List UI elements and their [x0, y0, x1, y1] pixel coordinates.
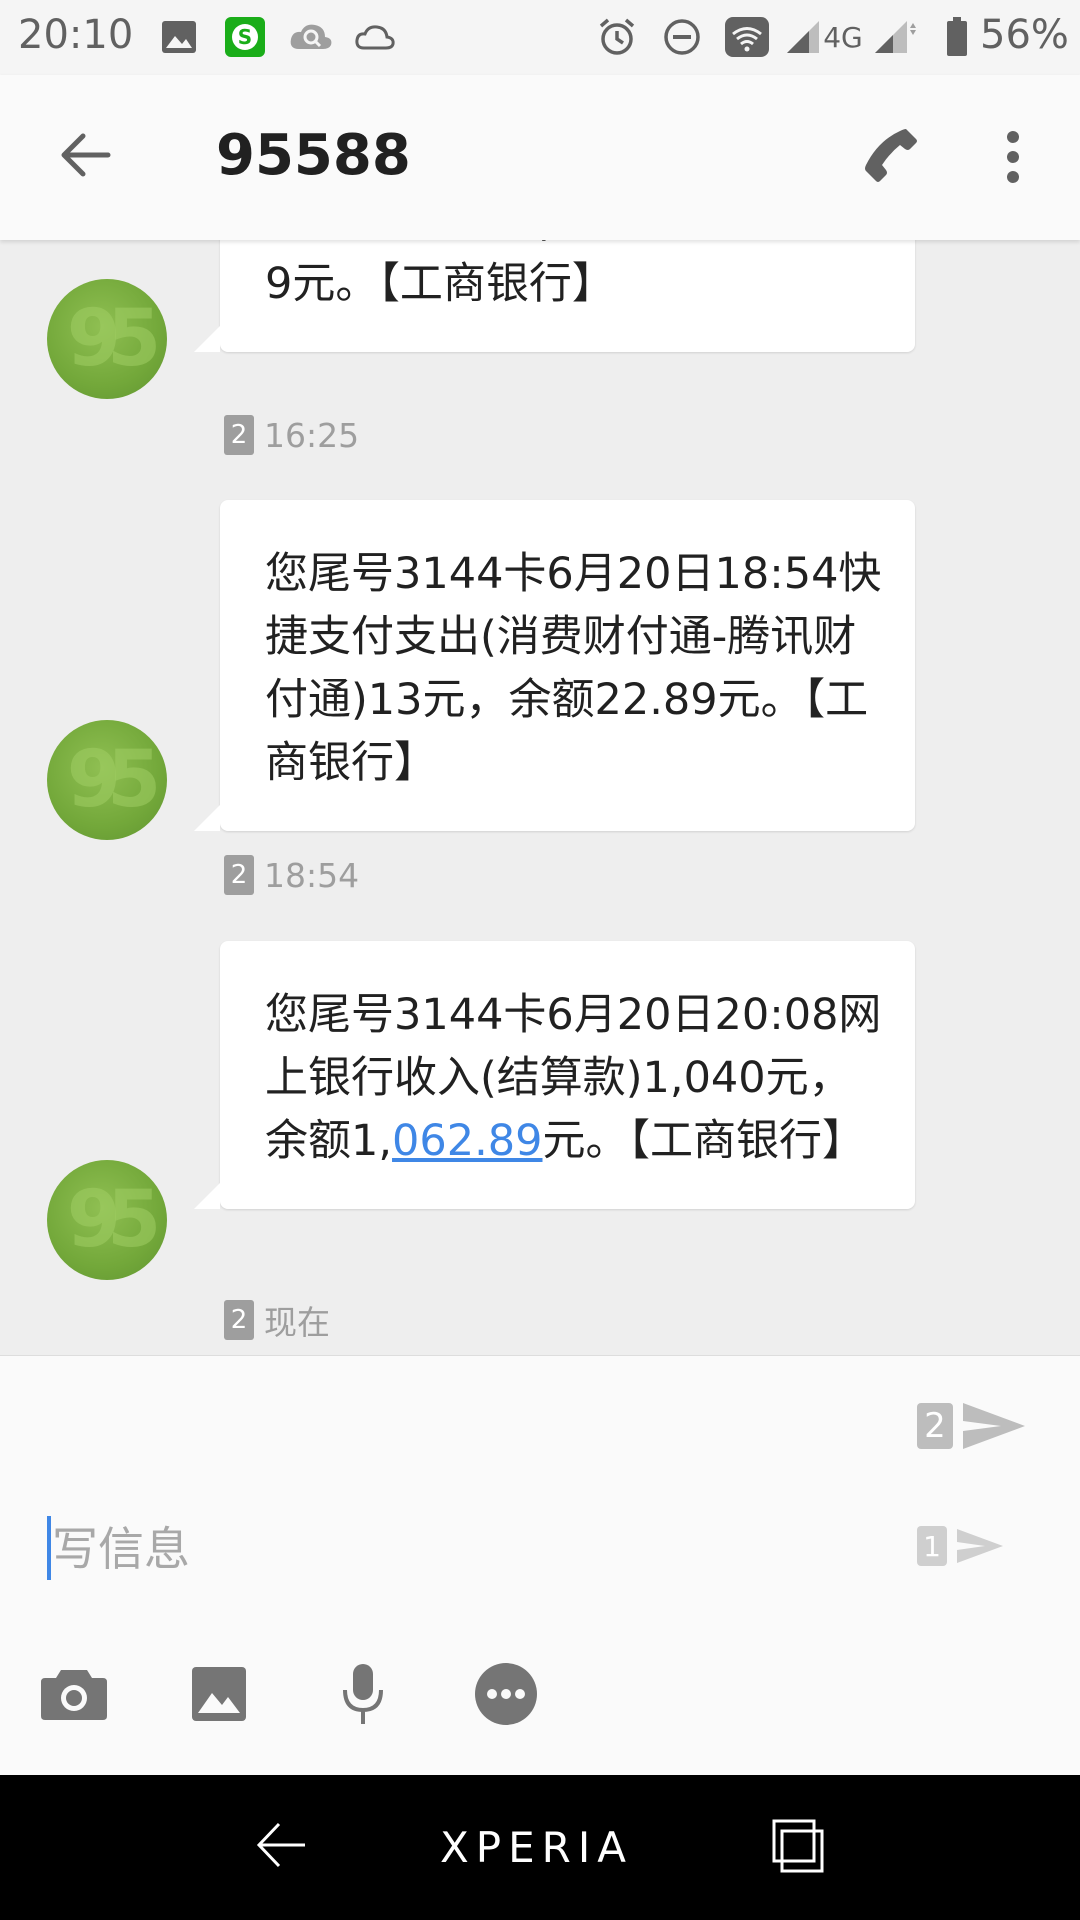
- sim-badge: 2: [224, 415, 254, 455]
- send-sim2-button[interactable]: 2: [917, 1396, 1027, 1456]
- network-type: 4G: [823, 20, 863, 54]
- brand-logo: XPERIA: [440, 1823, 633, 1872]
- message-time: 16:25: [264, 415, 360, 455]
- signal-2-icon: [870, 14, 922, 60]
- battery-icon: [944, 14, 970, 60]
- attachment-toolbar: [0, 1656, 1080, 1746]
- message-bubble[interactable]: 付通-微信转账)50元，余额35.89元。【工商银行】: [194, 240, 915, 352]
- message-text-post: 元。【工商银行】: [542, 1116, 866, 1166]
- avatar[interactable]: 95: [47, 720, 167, 840]
- cloud-icon: [354, 14, 396, 60]
- nav-back-icon[interactable]: [253, 1815, 309, 1875]
- message-bubble[interactable]: 您尾号3144卡6月20日18:54快捷支付支出(消费财付通-腾讯财付通)13元…: [194, 500, 915, 831]
- compose-area: 2 1: [0, 1355, 1080, 1775]
- wechat-icon: S: [224, 14, 266, 60]
- battery-percent: 56%: [980, 12, 1069, 58]
- mic-icon[interactable]: [325, 1656, 401, 1732]
- image-icon[interactable]: [181, 1656, 257, 1732]
- message-text: 您尾号3144卡6月20日20:08网上银行收入(结算款)1,040元，余额1,…: [265, 984, 885, 1173]
- number-link[interactable]: 062.89: [392, 1116, 542, 1166]
- message-text: 您尾号3144卡6月20日18:54快捷支付支出(消费财付通-腾讯财付通)13元…: [265, 549, 882, 788]
- send-icon: [957, 1529, 1003, 1563]
- message-bubble[interactable]: 您尾号3144卡6月20日20:08网上银行收入(结算款)1,040元，余额1,…: [194, 941, 915, 1209]
- cloud-search-icon: [286, 14, 336, 60]
- send-icon: [963, 1403, 1025, 1449]
- sim2-badge: 2: [917, 1403, 953, 1449]
- do-not-disturb-icon: [660, 14, 704, 60]
- phone-icon[interactable]: [855, 120, 925, 190]
- avatar[interactable]: 95: [47, 1160, 167, 1280]
- back-arrow-icon[interactable]: [50, 125, 120, 185]
- text-cursor: [47, 1516, 51, 1580]
- status-time: 20:10: [18, 12, 134, 58]
- message-list[interactable]: 95 付通-微信转账)50元，余额35.89元。【工商银行】 2 16:25 9…: [0, 240, 1080, 1355]
- alarm-icon: [596, 14, 638, 60]
- message-text: 付通-微信转账)50元，余额35.89元。【工商银行】: [265, 240, 878, 309]
- gallery-icon: [160, 14, 198, 60]
- wifi-icon: [724, 14, 770, 60]
- navigation-bar: XPERIA: [0, 1775, 1080, 1920]
- message-input[interactable]: [52, 1514, 852, 1584]
- more-vert-icon[interactable]: [995, 125, 1031, 189]
- camera-icon[interactable]: [36, 1656, 112, 1732]
- message-meta: 2 18:54: [224, 855, 359, 895]
- message-time: 现在: [264, 1303, 330, 1342]
- message-time: 18:54: [264, 855, 360, 895]
- avatar[interactable]: 95: [47, 279, 167, 399]
- sim1-badge: 1: [917, 1526, 947, 1566]
- signal-icon: 4G: [782, 14, 866, 60]
- message-meta: 2 现在: [224, 1296, 330, 1344]
- message-meta: 2 16:25: [224, 415, 359, 455]
- conversation-toolbar: 95588: [0, 75, 1080, 240]
- recent-apps-icon[interactable]: [770, 1817, 824, 1875]
- sim-badge: 2: [224, 1300, 254, 1340]
- send-sim1-button[interactable]: 1: [917, 1521, 1017, 1571]
- more-options-icon[interactable]: [468, 1656, 544, 1732]
- sim-badge: 2: [224, 855, 254, 895]
- svg-text:S: S: [238, 25, 252, 49]
- conversation-title: 95588: [216, 123, 411, 188]
- status-bar: 20:10 S 4G 56%: [0, 0, 1080, 75]
